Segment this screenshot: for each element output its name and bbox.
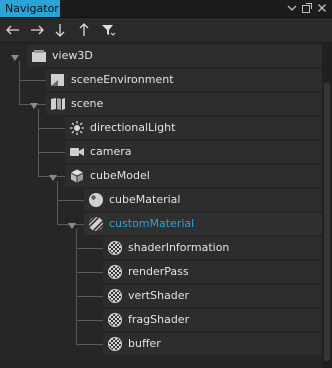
shader-icon — [107, 240, 123, 256]
light-icon — [69, 120, 85, 136]
material-icon — [88, 192, 104, 208]
tree-connector — [76, 296, 103, 297]
model-icon — [69, 168, 85, 184]
collapse-arrow-icon[interactable] — [68, 220, 76, 229]
tree-connector — [38, 152, 65, 153]
tree-item-buffer[interactable]: buffer — [0, 332, 322, 356]
vertical-scrollbar[interactable] — [322, 43, 332, 368]
arrow-right-icon[interactable] — [28, 22, 46, 38]
tree-item-vertShader[interactable]: vertShader — [0, 284, 322, 308]
tree-item-shaderInformation[interactable]: shaderInformation — [0, 236, 322, 260]
tree-item-label: cubeMaterial — [109, 193, 181, 206]
navigator-toolbar — [0, 18, 332, 43]
collapse-arrow-icon[interactable] — [30, 100, 38, 109]
tree-item-label: fragShader — [128, 313, 190, 326]
tree-item-label: cubeModel — [90, 169, 150, 182]
tree-item-label: renderPass — [128, 265, 189, 278]
scene-environment-icon — [50, 72, 66, 88]
navigator-tab[interactable]: Navigator — [0, 0, 60, 17]
tree-connector — [76, 248, 103, 249]
tree-item-renderPass[interactable]: renderPass — [0, 260, 322, 284]
tree-item-label: camera — [90, 145, 132, 158]
tree-item-label: directionalLight — [90, 121, 176, 134]
tree-item-label: shaderInformation — [128, 241, 230, 254]
tree-item-label: vertShader — [128, 289, 190, 302]
tree-item-cubeModel[interactable]: cubeModel — [0, 164, 322, 188]
tree-item-camera[interactable]: camera — [0, 140, 322, 164]
dropdown-icon[interactable] — [286, 1, 298, 15]
tree-item-label: customMaterial — [109, 217, 195, 230]
navigator-tree[interactable]: view3D sceneEnvironment scene directionalLi… — [0, 43, 322, 368]
tree-item-fragShader[interactable]: fragShader — [0, 308, 322, 332]
collapse-arrow-icon[interactable] — [49, 172, 57, 181]
custom-material-icon — [88, 216, 104, 232]
collapse-arrow-icon[interactable] — [11, 52, 19, 61]
tree-item-label: sceneEnvironment — [71, 73, 174, 86]
tree-item-customMaterial[interactable]: customMaterial — [0, 212, 322, 236]
tree-item-directionalLight[interactable]: directionalLight — [0, 116, 322, 140]
tree-connector — [76, 344, 103, 345]
camera-icon — [69, 144, 85, 160]
tree-connector — [57, 200, 84, 201]
tree-connector — [19, 80, 46, 81]
tree-item-scene[interactable]: scene — [0, 92, 322, 116]
arrow-down-icon[interactable] — [51, 22, 69, 38]
close-icon[interactable] — [316, 1, 328, 15]
arrow-left-icon[interactable] — [4, 22, 22, 38]
shader-icon — [107, 288, 123, 304]
tree-item-label: view3D — [52, 49, 93, 62]
tree-item-label: buffer — [128, 337, 161, 350]
scene-icon — [50, 96, 66, 112]
tree-item-cubeMaterial[interactable]: cubeMaterial — [0, 188, 322, 212]
tree-connector — [38, 128, 65, 129]
tree-connector — [76, 272, 103, 273]
view3d-icon — [31, 48, 47, 64]
undock-icon[interactable] — [301, 1, 313, 15]
shader-icon — [107, 336, 123, 352]
arrow-up-icon[interactable] — [75, 22, 93, 38]
tree-item-label: scene — [71, 97, 104, 110]
scrollbar-thumb[interactable] — [324, 83, 330, 361]
tree-item-sceneEnvironment[interactable]: sceneEnvironment — [0, 68, 322, 92]
shader-icon — [107, 312, 123, 328]
tree-item-view3D[interactable]: view3D — [0, 44, 322, 68]
panel-titlebar: Navigator — [0, 0, 332, 18]
panel-controls — [286, 1, 328, 15]
tree-connector — [76, 320, 103, 321]
filter-icon[interactable] — [99, 22, 117, 38]
shader-icon — [107, 264, 123, 280]
